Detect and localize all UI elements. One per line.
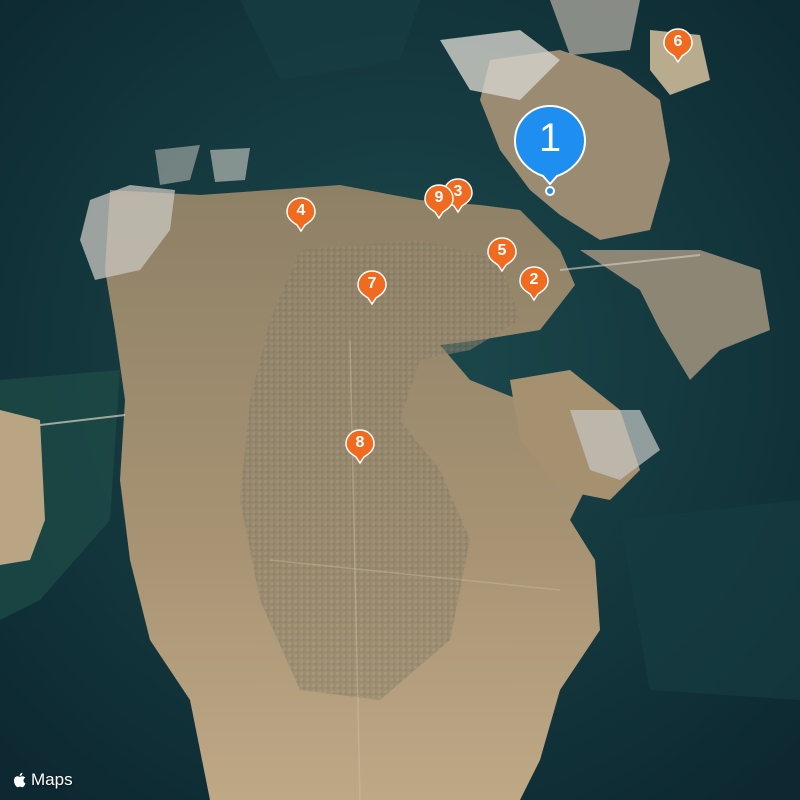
marker-label: 9 xyxy=(434,189,444,206)
map-marker-5[interactable]: 5 xyxy=(487,237,517,273)
marker-label: 2 xyxy=(529,271,539,288)
marker-label: 4 xyxy=(296,202,306,219)
apple-logo-icon xyxy=(13,772,26,788)
map-marker-8[interactable]: 8 xyxy=(345,429,375,465)
maps-attribution[interactable]: Maps xyxy=(12,770,73,790)
marker-label: 7 xyxy=(367,275,377,292)
attribution-text: Maps xyxy=(31,770,73,789)
marker-label: 8 xyxy=(355,434,365,451)
map-marker-6[interactable]: 6 xyxy=(663,28,693,64)
map-marker-1[interactable]: 1 xyxy=(513,104,587,196)
map-marker-9[interactable]: 9 xyxy=(424,184,454,220)
map-marker-4[interactable]: 4 xyxy=(286,197,316,233)
map-marker-7[interactable]: 7 xyxy=(357,270,387,306)
satellite-imagery xyxy=(0,0,800,800)
marker-label: 6 xyxy=(673,33,683,50)
marker-label: 1 xyxy=(538,116,562,160)
map-marker-2[interactable]: 2 xyxy=(519,266,549,302)
map-view[interactable]: 1 2 3 4 5 6 7 8 9 Maps xyxy=(0,0,800,800)
marker-label: 5 xyxy=(497,242,507,259)
